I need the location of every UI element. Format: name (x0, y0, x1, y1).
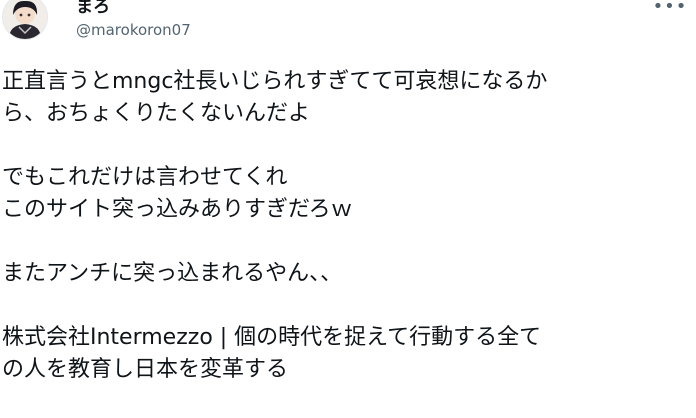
avatar[interactable] (2, 0, 48, 40)
tweet-paragraph: でもこれだけは言わせてくれ このサイト突っ込みありすぎだろｗ (2, 162, 692, 226)
display-name[interactable]: まろ (76, 0, 110, 17)
tweet-line: またアンチに突っ込まれるやん、、 (2, 261, 343, 286)
tweet-line: このサイト突っ込みありすぎだろｗ (2, 197, 353, 222)
tweet-line: の人を教育し日本を変革する (2, 357, 289, 382)
tweet-line: でもこれだけは言わせてくれ (2, 165, 288, 190)
tweet-line: 株式会社Intermezzo | 個の時代を捉えて行動する全て (2, 325, 542, 350)
tweet-paragraph: 正直言うとmngc社長いじられすぎてて可哀想になるか ら、おちょくりたくないんだ… (2, 66, 692, 130)
avatar-image (3, 0, 47, 39)
more-options-button[interactable]: ••• (650, 0, 690, 18)
tweet-line: 正直言うとmngc社長いじられすぎてて可哀想になるか (2, 69, 548, 94)
tweet-text: 正直言うとmngc社長いじられすぎてて可哀想になるか ら、おちょくりたくないんだ… (2, 66, 692, 418)
tweet-line: ら、おちょくりたくないんだよ (2, 101, 311, 126)
tweet-paragraph: またアンチに突っ込まれるやん、、 (2, 258, 692, 290)
more-horizontal-icon: ••• (652, 0, 688, 17)
tweet-header: まろ @marokoron07 ••• (0, 0, 696, 56)
user-handle[interactable]: @marokoron07 (76, 21, 191, 39)
tweet-paragraph: 株式会社Intermezzo | 個の時代を捉えて行動する全て の人を教育し日本… (2, 322, 692, 386)
